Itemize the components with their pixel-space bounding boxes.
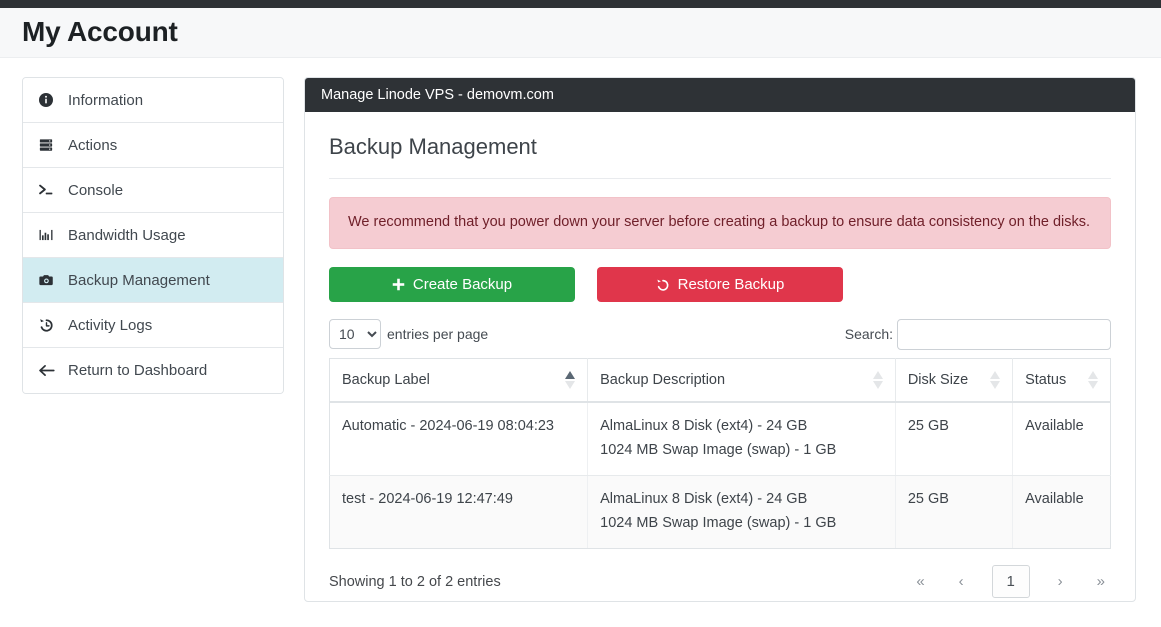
backups-table-body: Automatic - 2024-06-19 08:04:23 AlmaLinu…	[329, 402, 1111, 550]
description-line-1: AlmaLinux 8 Disk (ext4) - 24 GB	[600, 418, 808, 435]
cell-disk-size: 25 GB	[895, 475, 1014, 550]
cell-backup-description: AlmaLinux 8 Disk (ext4) - 24 GB 1024 MB …	[587, 402, 896, 477]
warning-alert-text: We recommend that you power down your se…	[348, 214, 1091, 230]
restore-backup-button[interactable]: Restore Backup	[597, 267, 843, 303]
undo-icon	[656, 278, 670, 292]
sidebar-item-label: Activity Logs	[68, 316, 153, 334]
panel-header-title: Manage Linode VPS - demovm.com	[321, 87, 554, 103]
top-dark-bar	[0, 0, 1161, 8]
pagination: « ‹ 1 › »	[888, 565, 1111, 599]
restore-backup-label: Restore Backup	[677, 276, 785, 294]
search-input[interactable]	[897, 318, 1111, 350]
action-buttons: Create Backup Restore Backup	[329, 267, 1111, 303]
title-divider	[329, 178, 1111, 179]
table-info-text: Showing 1 to 2 of 2 entries	[329, 573, 501, 590]
description-line-2: 1024 MB Swap Image (swap) - 1 GB	[600, 441, 837, 458]
backups-table-head: Backup Label Backup Description Disk Siz…	[329, 358, 1111, 404]
sidebar-item-information[interactable]: Information	[23, 78, 283, 123]
table-row[interactable]: test - 2024-06-19 12:47:49 AlmaLinux 8 D…	[329, 475, 1111, 550]
table-footer: Showing 1 to 2 of 2 entries « ‹ 1 › »	[329, 565, 1111, 608]
sidebar-item-return-to-dashboard[interactable]: Return to Dashboard	[23, 348, 283, 393]
section-title: Backup Management	[329, 134, 537, 159]
entries-per-page-label: entries per page	[387, 326, 489, 343]
sidebar-nav: Information Actions Console Bandwidth Us…	[22, 77, 284, 394]
column-header-backup-label[interactable]: Backup Label	[329, 358, 589, 404]
column-header-status[interactable]: Status	[1012, 358, 1111, 404]
cell-backup-label: Automatic - 2024-06-19 08:04:23	[329, 402, 589, 477]
cell-backup-label: test - 2024-06-19 12:47:49	[329, 475, 589, 550]
pagination-next-button[interactable]: ›	[1052, 565, 1069, 598]
sidebar-item-label: Information	[68, 91, 144, 109]
page-title: My Account	[22, 16, 178, 47]
sort-indicator-ascending-icon	[565, 371, 576, 390]
column-header-disk-size[interactable]: Disk Size	[895, 358, 1014, 404]
table-row[interactable]: Automatic - 2024-06-19 08:04:23 AlmaLinu…	[329, 402, 1111, 477]
cell-disk-size: 25 GB	[895, 402, 1014, 477]
column-label: Status	[1025, 372, 1067, 389]
sidebar-item-label: Actions	[68, 136, 118, 154]
pagination-last-button[interactable]: »	[1091, 565, 1111, 598]
arrow-left-icon	[39, 363, 61, 379]
create-backup-button[interactable]: Create Backup	[329, 267, 575, 303]
sidebar-item-backup-management[interactable]: Backup Management	[23, 258, 283, 303]
pagination-first-button[interactable]: «	[910, 565, 930, 598]
column-label: Backup Label	[342, 372, 430, 389]
warning-alert: We recommend that you power down your se…	[329, 197, 1111, 250]
sort-indicator-icon	[1088, 371, 1099, 390]
entries-per-page-select[interactable]: 102550100	[329, 319, 381, 350]
column-label: Backup Description	[600, 372, 726, 389]
page-header: My Account	[0, 8, 1161, 58]
info-circle-icon	[39, 92, 61, 108]
cell-status: Available	[1012, 475, 1111, 550]
sort-indicator-icon	[872, 371, 884, 390]
backup-management-panel: Manage Linode VPS - demovm.com Backup Ma…	[304, 77, 1136, 602]
create-backup-label: Create Backup	[412, 276, 513, 294]
backups-table: Backup Label Backup Description Disk Siz…	[329, 358, 1111, 550]
cell-backup-description: AlmaLinux 8 Disk (ext4) - 24 GB 1024 MB …	[587, 475, 896, 550]
sidebar-item-bandwidth-usage[interactable]: Bandwidth Usage	[23, 213, 283, 258]
panel-body: Backup Management We recommend that you …	[305, 112, 1135, 608]
terminal-icon	[39, 182, 61, 198]
pagination-previous-button[interactable]: ‹	[953, 565, 970, 598]
cell-status: Available	[1012, 402, 1111, 477]
app-root: My Account Information Actions Console B…	[0, 0, 1161, 627]
bar-chart-icon	[39, 227, 61, 243]
sidebar-item-console[interactable]: Console	[23, 168, 283, 213]
sort-indicator-icon	[990, 371, 1001, 390]
table-controls: 102550100 entries per page Search:	[329, 318, 1111, 350]
sidebar-item-label: Backup Management	[68, 271, 210, 289]
server-icon	[39, 137, 61, 153]
description-line-2: 1024 MB Swap Image (swap) - 1 GB	[600, 514, 837, 531]
panel-header: Manage Linode VPS - demovm.com	[305, 78, 1135, 112]
table-header-row: Backup Label Backup Description Disk Siz…	[329, 358, 1111, 404]
sidebar-item-label: Return to Dashboard	[68, 362, 208, 379]
sidebar-item-actions[interactable]: Actions	[23, 123, 283, 168]
sidebar-item-label: Console	[68, 181, 124, 199]
column-label: Disk Size	[907, 372, 969, 389]
history-icon	[39, 317, 61, 333]
column-header-backup-description[interactable]: Backup Description	[587, 358, 896, 404]
sidebar-item-activity-logs[interactable]: Activity Logs	[23, 303, 283, 348]
plus-icon	[392, 278, 405, 291]
search-label: Search:	[844, 326, 893, 343]
search-control: Search:	[844, 318, 1111, 350]
pagination-page-1-button[interactable]: 1	[991, 565, 1030, 599]
camera-icon	[39, 272, 61, 288]
sidebar-item-label: Bandwidth Usage	[68, 226, 186, 244]
entries-per-page-control: 102550100 entries per page	[329, 319, 489, 350]
description-line-1: AlmaLinux 8 Disk (ext4) - 24 GB	[600, 491, 808, 508]
